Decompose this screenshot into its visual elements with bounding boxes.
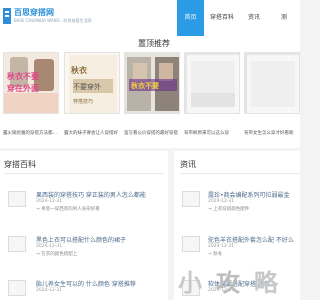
featured-card[interactable]: 背带裤原来可以这么穿 <box>184 52 240 144</box>
thumbnail-icon <box>8 236 26 252</box>
logo-mark-icon <box>3 8 11 24</box>
svg-text:穿在外面: 穿在外面 <box>7 83 39 93</box>
thumbnail-icon <box>8 191 26 207</box>
list-item-title[interactable]: 驼色羊衣搭配外套怎么配 不好么 <box>208 235 302 244</box>
featured-card[interactable]: 背带女生怎么穿才好看呢 <box>244 52 300 144</box>
top-navigation-bar: 百思穿搭网 BAISI CHUANDA WANG · 时尚穿搭生活网 首页 穿搭… <box>0 0 300 37</box>
placeholder-image-icon <box>185 53 239 113</box>
placeholder-image-icon <box>245 53 299 113</box>
nav-item-more[interactable]: 测 <box>268 0 300 36</box>
watermark-char: 略 <box>254 269 278 297</box>
list-item-title[interactable]: 果西装的穿搭技巧 穿正装的男人怎么都能 <box>36 190 166 199</box>
book-cover-icon: 秋衣 不要穿外 穿搭技巧 <box>65 53 119 113</box>
site-subtitle: BAISI CHUANDA WANG · 时尚穿搭生活网 <box>14 18 92 23</box>
divider <box>180 173 300 174</box>
card-caption: 露大的妹子要会让人穿搭好 <box>64 131 118 136</box>
list-item-title[interactable]: 露珍•商会编配系列可拉弱最金 <box>208 190 302 199</box>
encyclopedia-title: 穿搭百科 <box>4 160 36 169</box>
photo-collage-icon: 秋衣不要 <box>125 53 179 113</box>
card-image <box>244 52 300 114</box>
site-logo[interactable]: 百思穿搭网 BAISI CHUANDA WANG · 时尚穿搭生活网 <box>2 5 92 29</box>
watermark: 小 攻 略 <box>178 263 300 297</box>
svg-text:不要穿外: 不要穿外 <box>73 82 101 91</box>
svg-text:秋衣: 秋衣 <box>70 65 87 75</box>
list-item-date: 2024-12-31 <box>36 199 63 204</box>
thumbnail-icon <box>182 236 200 252</box>
featured-card[interactable]: 秋衣不要 穿在外面 露火锅优雅的穿搭方法都美丽！ <box>3 52 59 144</box>
list-item-date: 2024-12-31 <box>208 199 235 204</box>
nav-item-encyclopedia[interactable]: 穿搭百科 <box>204 0 240 36</box>
news-title: 资讯 <box>180 160 196 169</box>
card-image <box>184 52 240 114</box>
nav-item-news[interactable]: 资讯 <box>241 0 267 36</box>
card-image: 秋衣不要 <box>124 52 180 114</box>
list-item-date: 2024-12-31 <box>208 244 235 249</box>
thumbnail-icon <box>182 191 200 207</box>
list-item[interactable]: 黑色上衣可以搭配什么颜色的裙子 2024-12-31 → 在衣的颜色搭配上 <box>2 231 166 257</box>
svg-text:秋衣不要: 秋衣不要 <box>6 71 39 81</box>
svg-text:穿搭技巧: 穿搭技巧 <box>73 98 93 105</box>
list-item-date: 2024-12-31 <box>36 288 63 293</box>
card-image: 秋衣不要 穿在外面 <box>3 52 59 114</box>
list-item-summary: → 秋冬 <box>208 252 223 257</box>
fashion-collage-icon: 秋衣不要 穿在外面 <box>4 53 58 113</box>
list-item-title[interactable]: 黑色上衣可以搭配什么颜色的裙子 <box>36 235 166 244</box>
svg-text:秋衣不要: 秋衣不要 <box>131 81 159 90</box>
thumbnail-icon <box>8 280 26 296</box>
list-item-title[interactable]: 胎儿养女生可以的 什么颜色 穿搭推荐 <box>36 279 166 288</box>
card-caption: 背带裤原来可以这么穿 <box>184 131 229 136</box>
list-item[interactable]: 果西装的穿搭技巧 穿正装的男人怎么都能 2024-12-31 → 男装一穿西装的… <box>2 186 166 212</box>
nav-item-home[interactable]: 首页 <box>177 0 204 36</box>
featured-title: 置顶推荐 <box>138 39 170 48</box>
list-item-summary: → 上衣穿搭颜色配件 <box>208 207 250 212</box>
watermark-char: 攻 <box>216 269 240 297</box>
card-image: 秋衣 不要穿外 穿搭技巧 <box>64 52 120 114</box>
list-item-summary: → 男装一穿西装的男人身形好看 <box>36 207 100 212</box>
card-caption: 背带女生怎么穿才好看呢 <box>244 131 294 136</box>
encyclopedia-panel: 穿搭百科 果西装的穿搭技巧 穿正装的男人怎么都能 2024-12-31 → 男装… <box>0 151 168 300</box>
list-item-date: 2024-12-31 <box>36 244 63 249</box>
list-item[interactable]: 露珍•商会编配系列可拉弱最金 2024-12-31 → 上衣穿搭颜色配件 <box>176 186 298 212</box>
card-caption: 鉴写看公价穿搭的最好穿搭 <box>124 131 178 136</box>
site-title: 百思穿搭网 <box>14 7 54 17</box>
list-item[interactable]: 胎儿养女生可以的 什么颜色 穿搭推荐 2024-12-31 <box>2 275 166 297</box>
divider <box>4 173 164 174</box>
featured-card[interactable]: 秋衣不要 鉴写看公价穿搭的最好穿搭 <box>124 52 180 144</box>
featured-card[interactable]: 秋衣 不要穿外 穿搭技巧 露大的妹子要会让人穿搭好 <box>64 52 120 144</box>
watermark-char: 小 <box>178 269 202 297</box>
card-caption: 露火锅优雅的穿搭方法都美丽！ <box>3 131 59 136</box>
list-item[interactable]: 驼色羊衣搭配外套怎么配 不好么 2024-12-31 → 秋冬 <box>176 231 298 257</box>
list-item-summary: → 在衣的颜色搭配上 <box>36 252 78 257</box>
